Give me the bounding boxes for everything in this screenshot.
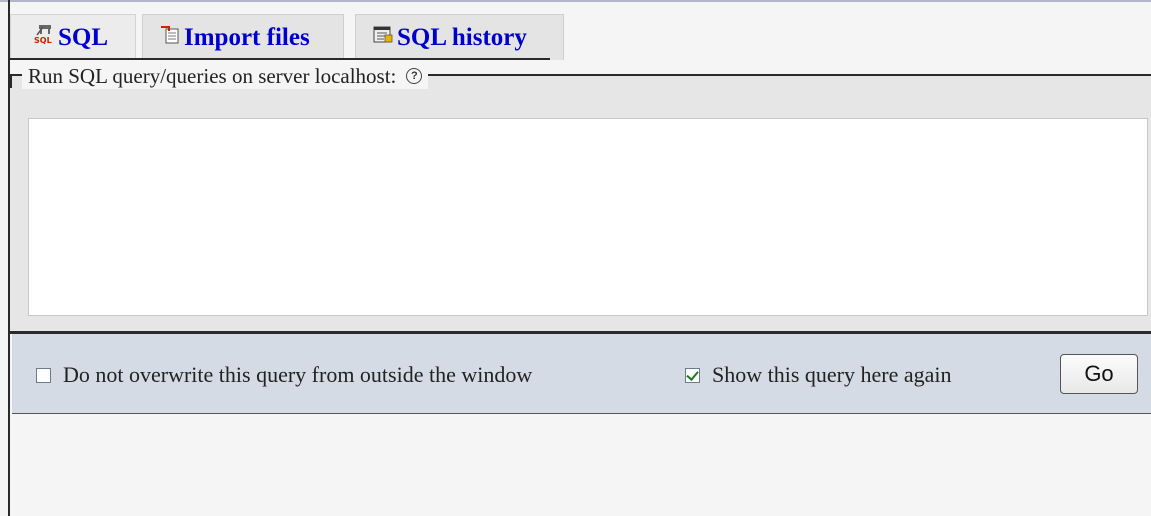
tab-sql-label: SQL	[58, 23, 109, 51]
query-options-bar: Do not overwrite this query from outside…	[12, 334, 1151, 414]
go-button[interactable]: Go	[1060, 354, 1138, 394]
query-legend-text: Run SQL query/queries on server localhos…	[28, 63, 397, 88]
tab-underline	[10, 58, 550, 60]
no-overwrite-option[interactable]: Do not overwrite this query from outside…	[36, 360, 532, 390]
help-icon[interactable]: ?	[406, 68, 423, 84]
sql-icon: SQL	[33, 23, 55, 52]
query-legend: Run SQL query/queries on server localhos…	[22, 63, 429, 89]
no-overwrite-checkbox[interactable]	[36, 367, 51, 383]
show-again-label: Show this query here again	[712, 362, 952, 387]
query-fieldset: Run SQL query/queries on server localhos…	[10, 63, 1151, 332]
show-again-checkbox[interactable]	[685, 367, 700, 383]
svg-text:SQL: SQL	[34, 36, 52, 45]
tab-sql-history-label: SQL history	[397, 23, 527, 51]
no-overwrite-label: Do not overwrite this query from outside…	[63, 362, 533, 387]
tab-sql[interactable]: SQL SQL	[10, 14, 136, 60]
window-top-border	[0, 0, 1151, 2]
tab-sql-history[interactable]: SQL history	[355, 14, 564, 60]
tab-import-files[interactable]: Import files	[142, 14, 344, 60]
import-files-icon	[159, 23, 181, 52]
tab-import-files-label: Import files	[184, 23, 310, 51]
sql-history-icon	[372, 23, 394, 52]
sql-query-textarea[interactable]	[28, 118, 1148, 316]
show-again-option[interactable]: Show this query here again	[685, 360, 952, 390]
